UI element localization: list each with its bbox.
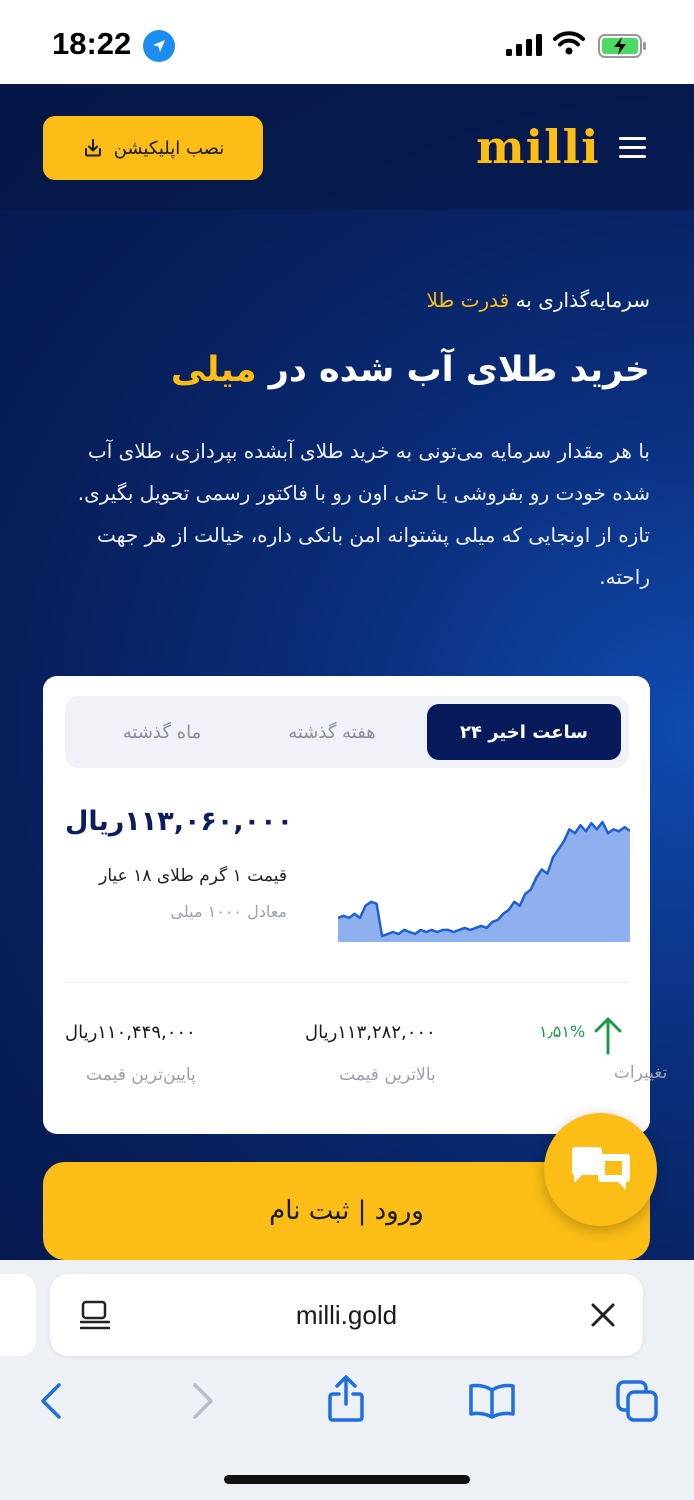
close-icon[interactable] — [590, 1302, 616, 1328]
hero-description: با هر مقدار سرمایه می‌تونی به خرید طلای … — [77, 439, 650, 589]
previous-tab-preview[interactable] — [0, 1274, 36, 1356]
share-icon[interactable] — [326, 1374, 366, 1424]
location-arrow-icon — [143, 30, 175, 62]
wifi-icon — [553, 31, 585, 55]
browser-bottom-bar: milli.gold — [0, 1260, 694, 1500]
stat-change: ۱٫۵۱% تغییرات — [539, 1022, 667, 1083]
gold-price-card: ۲۴ ساعت اخیر هفته گذشته ماه گذشته ۱۱۳,۰۶… — [43, 676, 667, 1134]
battery-charging-icon — [598, 34, 646, 58]
price-chart — [338, 820, 630, 942]
status-time: 18:22 — [52, 26, 132, 61]
url-text: milli.gold — [295, 1300, 398, 1330]
forward-icon[interactable] — [190, 1382, 216, 1420]
change-label: تغییرات — [613, 1063, 668, 1083]
intro-highlight: قدرت طلا — [426, 288, 510, 312]
low-label: پایین‌ترین قیمت — [86, 1065, 196, 1085]
support-chat-button[interactable] — [544, 1113, 657, 1226]
period-tabs: ۲۴ ساعت اخیر هفته گذشته ماه گذشته — [65, 696, 629, 768]
milli-logo[interactable]: milli — [476, 120, 600, 174]
high-label: بالاترین قیمت — [339, 1065, 436, 1085]
current-price: ۱۱۳,۰۶۰,۰۰۰ریال — [65, 806, 294, 837]
card-divider — [65, 982, 629, 983]
chart-area-fill — [338, 822, 630, 942]
cellular-signal-icon — [506, 34, 542, 56]
high-value: ۱۱۳,۲۸۲,۰۰۰ریال — [305, 1022, 436, 1043]
stat-low: ۱۱۰,۴۴۹,۰۰۰ریال پایین‌ترین قیمت — [65, 1022, 196, 1085]
home-indicator — [224, 1475, 470, 1484]
hero-intro: سرمایه‌گذاری به قدرت طلا — [426, 288, 650, 312]
back-icon[interactable] — [38, 1382, 64, 1420]
tab-24h[interactable]: ۲۴ ساعت اخیر — [427, 704, 621, 760]
price-equivalent: معادل ۱۰۰۰ میلی — [170, 902, 288, 921]
low-value: ۱۱۰,۴۴۹,۰۰۰ریال — [65, 1022, 196, 1043]
change-value: ۱٫۵۱% — [539, 1022, 586, 1041]
download-icon — [84, 139, 101, 157]
address-bar[interactable]: milli.gold — [50, 1274, 643, 1356]
intro-text: سرمایه‌گذاری به — [515, 288, 650, 312]
top-navigation: نصب اپلیکیشن milli — [0, 84, 694, 210]
tab-last-month[interactable]: ماه گذشته — [65, 704, 259, 760]
install-app-label: نصب اپلیکیشن — [113, 137, 225, 159]
headline-text: خرید طلای آب شده در — [268, 350, 650, 390]
price-description: قیمت ۱ گرم طلای ۱۸ عیار — [99, 866, 287, 886]
hero-section: نصب اپلیکیشن milli سرمایه‌گذاری به قدرت … — [0, 84, 694, 1260]
stat-high: ۱۱۳,۲۸۲,۰۰۰ریال بالاترین قیمت — [305, 1022, 436, 1085]
bookmarks-icon[interactable] — [468, 1382, 516, 1420]
headline-highlight: میلی — [170, 350, 257, 390]
tab-last-week[interactable]: هفته گذشته — [235, 704, 429, 760]
status-bar: 18:22 — [0, 0, 694, 84]
hero-headline: خرید طلای آب شده در میلی — [30, 350, 650, 390]
menu-icon[interactable] — [619, 137, 646, 159]
arrow-up-icon — [594, 1017, 622, 1055]
install-app-button[interactable]: نصب اپلیکیشن — [43, 116, 263, 180]
tabs-icon[interactable] — [614, 1378, 660, 1424]
chat-bubble-icon — [571, 1146, 630, 1190]
